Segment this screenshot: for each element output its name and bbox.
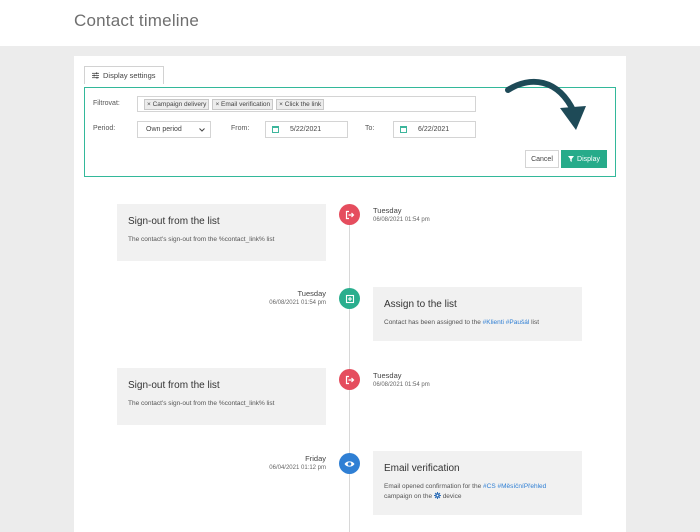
event-time: 06/08/2021 01:54 pm: [373, 217, 430, 223]
event-description-text: Email opened confirmation for the: [384, 483, 482, 490]
sign-out-node: [339, 369, 360, 390]
curved-arrow-icon: [505, 78, 586, 130]
filter-icon: [568, 156, 575, 162]
from-date-input[interactable]: 5/22/2021: [265, 121, 348, 138]
timeline-event-card: Email verification Email opened confirma…: [373, 451, 582, 515]
event-title: Sign-out from the list: [128, 380, 220, 391]
event-time: 06/04/2021 01:12 pm: [269, 465, 326, 471]
event-title: Sign-out from the list: [128, 216, 220, 227]
event-day: Tuesday: [373, 206, 402, 215]
period-select-value: Own period: [146, 126, 182, 133]
cancel-button[interactable]: Cancel: [525, 150, 559, 168]
sliders-icon: [92, 72, 99, 79]
event-day: Tuesday: [373, 371, 402, 380]
filter-tag-email-verification[interactable]: × Email verification: [212, 98, 274, 110]
to-date-input[interactable]: 6/22/2021: [393, 121, 476, 138]
event-title: Email verification: [384, 463, 460, 474]
event-description: The contact's sign-out from the %contact…: [128, 236, 275, 243]
filter-label: Filtrovat:: [93, 100, 120, 107]
to-date-value: 6/22/2021: [418, 126, 450, 133]
display-settings-tab[interactable]: Display settings: [84, 66, 164, 84]
assign-node: [339, 288, 360, 309]
calendar-icon: [400, 126, 407, 133]
event-description-text: campaign on the: [384, 493, 433, 500]
event-day: Tuesday: [297, 289, 327, 298]
event-time: 06/08/2021 01:54 pm: [269, 300, 326, 306]
campaign-link[interactable]: #CS #MěsíčníPřehled: [483, 483, 546, 490]
event-day: Friday: [305, 454, 326, 463]
timeline-event-card: Sign-out from the list The contact's sig…: [117, 204, 326, 261]
to-label: To:: [365, 125, 375, 132]
gear-icon: [433, 492, 441, 499]
sign-out-icon: [345, 210, 354, 219]
timeline-event-card: Sign-out from the list The contact's sig…: [117, 368, 326, 425]
period-select[interactable]: Own period: [137, 121, 211, 138]
filter-tags-input[interactable]: × Campaign delivery × Email verification…: [137, 96, 476, 112]
event-description: Contact has been assigned to the #Klient…: [384, 318, 571, 328]
eye-icon: [344, 460, 355, 467]
page-title: Contact timeline: [74, 11, 200, 30]
chevron-down-icon: [199, 127, 205, 132]
event-time: 06/08/2021 01:54 pm: [373, 382, 430, 388]
event-description-text: Contact has been assigned to the: [384, 319, 481, 326]
display-button-label: Display: [577, 155, 600, 163]
display-button[interactable]: Display: [561, 150, 607, 168]
event-description: The contact's sign-out from the %contact…: [128, 400, 275, 407]
filter-tag-campaign-delivery[interactable]: × Campaign delivery: [144, 98, 210, 110]
filter-tag-click-the-link[interactable]: × Click the link: [276, 98, 325, 110]
event-description-text: device: [442, 493, 462, 500]
calendar-icon: [272, 126, 279, 133]
add-square-icon: [345, 294, 354, 303]
from-date-value: 5/22/2021: [290, 126, 322, 133]
list-link[interactable]: #Klienti #Paušál: [483, 319, 530, 326]
period-label: Period:: [93, 125, 116, 132]
email-verification-node: [339, 453, 360, 474]
event-description-text: list: [531, 319, 540, 326]
sign-out-node: [339, 204, 360, 225]
event-title: Assign to the list: [384, 299, 457, 310]
event-description: Email opened confirmation for the #CS #M…: [384, 482, 571, 502]
sign-out-icon: [345, 375, 354, 384]
display-settings-label: Display settings: [103, 71, 156, 80]
from-label: From:: [231, 125, 250, 132]
page-header: Contact timeline: [0, 0, 700, 46]
timeline-event-card: Assign to the list Contact has been assi…: [373, 287, 582, 341]
